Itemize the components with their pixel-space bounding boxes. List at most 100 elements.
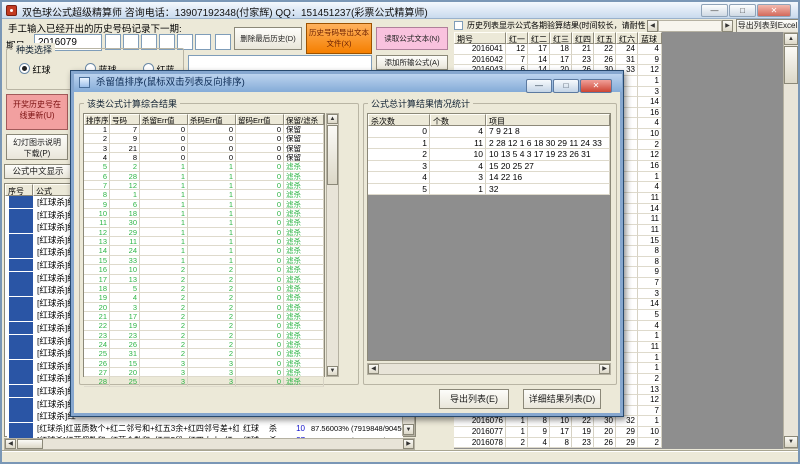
ball-input-6[interactable] xyxy=(195,34,211,50)
dialog-right-row[interactable]: 047 9 21 8 xyxy=(368,126,610,138)
dialog-left-row[interactable]: 1311110滤杀 xyxy=(84,237,324,246)
dialog-left-row[interactable]: 185220滤杀 xyxy=(84,284,324,293)
formula-chinese-display-button[interactable]: 公式中文显示 xyxy=(4,164,72,179)
dialog-left-vscrollbar[interactable]: ▲ ▼ xyxy=(326,113,339,377)
scroll-thumb[interactable] xyxy=(17,439,43,449)
dialog-left-row[interactable]: 48000保留 xyxy=(84,153,324,162)
history-table-vscrollbar[interactable]: ▲ ▼ xyxy=(783,32,799,449)
minimize-button[interactable]: — xyxy=(701,4,728,17)
dialog-left-row[interactable]: 628110滤杀 xyxy=(84,172,324,181)
dialog-left-row[interactable]: 2825330滤杀 xyxy=(84,377,324,386)
dialog-minimize-button[interactable]: — xyxy=(526,79,552,93)
dialog-right-row[interactable]: 21010 13 5 4 3 17 19 23 26 31 xyxy=(368,149,610,161)
dialog-left-cell: 28 xyxy=(84,377,110,386)
show-verify-checkbox-label[interactable]: 历史列表显示公式各期验算结果(时间较长，请耐性等待...) xyxy=(467,20,645,31)
history-table-row[interactable]: 20160411217182122244 xyxy=(454,44,662,55)
dialog-left-cell: 2 xyxy=(140,349,188,358)
close-button[interactable]: ✕ xyxy=(757,4,791,17)
blue-ball-input[interactable] xyxy=(215,34,231,50)
dialog-left-row[interactable]: 1533110滤杀 xyxy=(84,256,324,265)
scroll-up-icon[interactable]: ▲ xyxy=(784,33,798,45)
dialog-left-row[interactable]: 2117220滤杀 xyxy=(84,312,324,321)
dialog-left-row[interactable]: 712110滤杀 xyxy=(84,181,324,190)
scroll-down-icon[interactable]: ▼ xyxy=(784,436,798,448)
scroll-thumb[interactable] xyxy=(327,125,338,185)
dialog-left-row[interactable]: 2531220滤杀 xyxy=(84,349,324,358)
history-table-row[interactable]: 201607618102230321 xyxy=(454,416,662,427)
dialog-right-row[interactable]: 5132 xyxy=(368,184,610,196)
dialog-left-row[interactable]: 2426220滤杀 xyxy=(84,340,324,349)
history-header-红三: 红三 xyxy=(550,32,572,44)
formula-list-row[interactable]: [红球杀]红蓝质数个+红二邻号和+红五3余+红四邻号差+红球红球杀1087.56… xyxy=(7,423,403,437)
maximize-button[interactable]: □ xyxy=(729,4,756,17)
history-cell: 19 xyxy=(572,427,594,438)
dialog-left-cell: 13 xyxy=(110,275,140,284)
dialog-left-row[interactable]: 1424110滤杀 xyxy=(84,246,324,255)
scroll-left-icon[interactable]: ◀ xyxy=(5,439,16,449)
history-table-row[interactable]: 2016077191719202910 xyxy=(454,427,662,438)
history-table-row[interactable]: 20160782482326292 xyxy=(454,438,662,449)
scroll-right-icon[interactable]: ▶ xyxy=(599,364,610,374)
add-formula-button[interactable]: 添加所输公式(A) xyxy=(376,55,448,70)
dialog-left-row[interactable]: 2323220滤杀 xyxy=(84,331,324,340)
scroll-left-icon[interactable]: ◀ xyxy=(368,364,379,374)
dialog-left-cell: 0 xyxy=(236,284,284,293)
detail-result-button[interactable]: 详细结果列表(D) xyxy=(523,389,601,409)
scroll-up-icon[interactable]: ▲ xyxy=(327,114,338,124)
checkbox-scroll-track[interactable] xyxy=(658,20,722,32)
row-index-cell xyxy=(9,372,33,384)
dialog-left-cell: 3 xyxy=(188,359,236,368)
scroll-left-icon[interactable]: ◀ xyxy=(647,20,658,32)
dialog-left-row[interactable]: 1229110滤杀 xyxy=(84,228,324,237)
read-formula-text-button[interactable]: 读取公式文本(N) xyxy=(376,27,448,50)
dialog-left-row[interactable]: 81110滤杀 xyxy=(84,190,324,199)
dialog-left-row[interactable]: 1130110滤杀 xyxy=(84,218,324,227)
update-history-online-button[interactable]: 开奖历史号在 线更新(U) xyxy=(6,94,68,130)
export-history-text-button[interactable]: 历史号码导出文本 文件(X) xyxy=(306,23,372,54)
dialog-left-row[interactable]: 96110滤杀 xyxy=(84,200,324,209)
dialog-left-row[interactable]: 321000保留 xyxy=(84,144,324,153)
history-table-row[interactable]: 2016042714172326319 xyxy=(454,55,662,66)
dialog-left-row[interactable]: 52110滤杀 xyxy=(84,162,324,171)
dialog-left-cell: 0 xyxy=(236,218,284,227)
scroll-right-icon[interactable]: ▶ xyxy=(722,20,733,32)
dialog-right-row[interactable]: 3415 20 25 27 xyxy=(368,161,610,173)
scroll-thumb[interactable] xyxy=(784,46,798,84)
dialog-left-row[interactable]: 2219220滤杀 xyxy=(84,321,324,330)
history-cell: 9 xyxy=(638,55,662,66)
dialog-left-row[interactable]: 2615330滤杀 xyxy=(84,359,324,368)
radio-red-ball[interactable]: 红球 xyxy=(19,63,51,76)
dialog-left-row[interactable]: 1610220滤杀 xyxy=(84,265,324,274)
dialog-left-row[interactable]: 194220滤杀 xyxy=(84,293,324,302)
export-list-button[interactable]: 导出列表(E) xyxy=(439,389,509,409)
history-cell: 7 xyxy=(638,406,662,417)
dialog-left-cell: 1 xyxy=(84,125,110,134)
dialog-maximize-button[interactable]: □ xyxy=(553,79,579,93)
dialog-right-row[interactable]: 1112 28 12 1 6 18 30 29 11 24 33 xyxy=(368,138,610,150)
scroll-right-icon[interactable]: ▶ xyxy=(403,439,414,449)
dialog-left-header: 号码 xyxy=(110,114,140,125)
slideshow-download-button[interactable]: 幻灯图示说明 下载(P) xyxy=(6,134,68,160)
dialog-left-cell: 0 xyxy=(236,153,284,162)
delete-last-history-button[interactable]: 删除最后历史(D) xyxy=(234,27,302,50)
dialog-left-row[interactable]: 1018110滤杀 xyxy=(84,209,324,218)
row-index-cell xyxy=(9,259,33,271)
dialog-close-button[interactable]: ✕ xyxy=(580,79,612,93)
scroll-down-icon[interactable]: ▼ xyxy=(327,366,338,376)
history-cell: 12 xyxy=(506,44,528,55)
dialog-left-row[interactable]: 2720330滤杀 xyxy=(84,368,324,377)
dialog-left-row[interactable]: 203220滤杀 xyxy=(84,303,324,312)
row-index-cell xyxy=(9,423,33,435)
scroll-down-icon[interactable]: ▼ xyxy=(403,424,414,435)
dialog-right-row[interactable]: 4314 22 16 xyxy=(368,172,610,184)
export-to-excel-button[interactable]: 导出列表到Excel xyxy=(736,19,799,33)
dialog-left-cell: 2 xyxy=(188,331,236,340)
dialog-left-row[interactable]: 1713220滤杀 xyxy=(84,275,324,284)
dialog-left-row[interactable]: 17000保留 xyxy=(84,125,324,134)
dialog-left-row[interactable]: 29000保留 xyxy=(84,134,324,143)
dialog-left-cell: 15 xyxy=(84,256,110,265)
show-verify-checkbox[interactable] xyxy=(454,21,463,30)
formula-list-hscrollbar[interactable]: ◀ ▶ xyxy=(4,438,415,450)
history-cell: 16 xyxy=(638,108,662,119)
dialog-right-hscrollbar[interactable]: ◀ ▶ xyxy=(367,363,611,375)
